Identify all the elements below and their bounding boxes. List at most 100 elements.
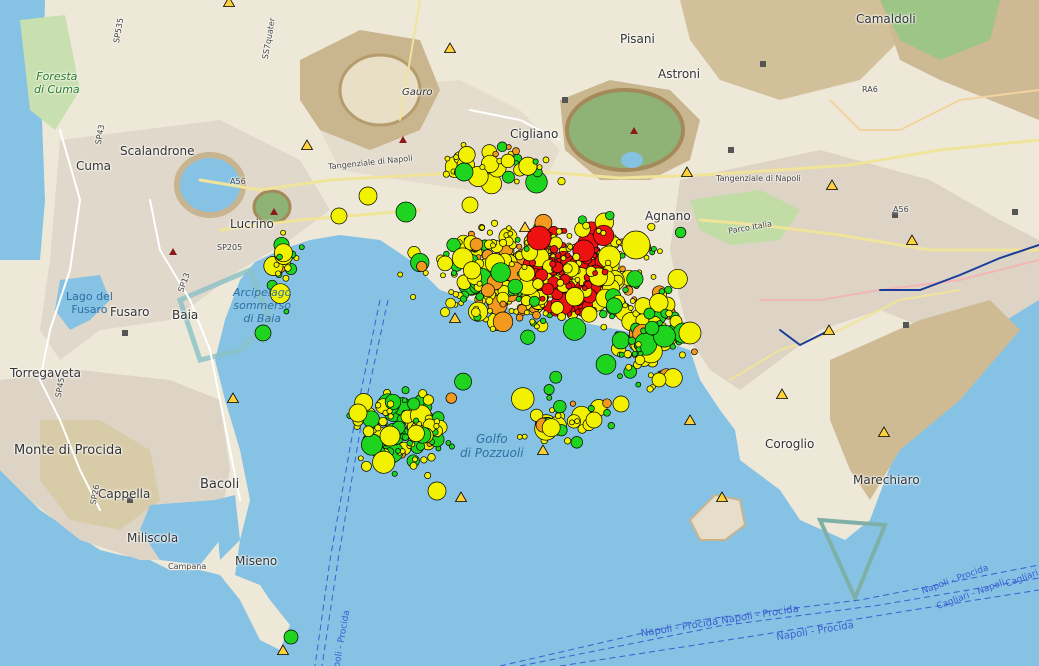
earthquake-marker[interactable] — [391, 470, 398, 477]
earthquake-marker[interactable] — [254, 324, 272, 342]
earthquake-marker[interactable] — [605, 210, 615, 221]
earthquake-marker[interactable] — [379, 425, 401, 447]
earthquake-marker[interactable] — [490, 219, 499, 227]
earthquake-marker[interactable] — [374, 424, 382, 432]
earthquake-marker[interactable] — [574, 309, 581, 315]
earthquake-marker[interactable] — [532, 158, 539, 165]
earthquake-marker[interactable] — [674, 226, 687, 239]
earthquake-marker[interactable] — [409, 461, 418, 470]
earthquake-marker[interactable] — [592, 270, 598, 276]
earthquake-marker[interactable] — [397, 271, 404, 278]
earthquake-marker[interactable] — [440, 307, 450, 318]
earthquake-marker[interactable] — [372, 450, 396, 474]
earthquake-marker[interactable] — [554, 412, 562, 420]
seismic-station-marker[interactable] — [454, 491, 468, 502]
earthquake-marker[interactable] — [454, 372, 472, 391]
earthquake-marker[interactable] — [539, 317, 547, 325]
earthquake-marker[interactable] — [487, 307, 493, 314]
earthquake-marker[interactable] — [663, 368, 683, 388]
earthquake-marker[interactable] — [282, 274, 290, 282]
earthquake-marker[interactable] — [651, 372, 667, 388]
earthquake-marker[interactable] — [480, 283, 495, 298]
earthquake-marker[interactable] — [508, 308, 515, 314]
earthquake-marker[interactable] — [427, 481, 447, 501]
earthquake-marker[interactable] — [486, 229, 493, 236]
earthquake-marker[interactable] — [440, 272, 446, 279]
earthquake-marker[interactable] — [485, 296, 494, 305]
earthquake-marker[interactable] — [448, 443, 455, 450]
earthquake-marker[interactable] — [499, 238, 508, 247]
earthquake-marker[interactable] — [513, 178, 520, 185]
earthquake-marker[interactable] — [461, 196, 479, 214]
seismic-station-marker[interactable] — [443, 42, 457, 53]
earthquake-marker[interactable] — [422, 394, 434, 406]
earthquake-marker[interactable] — [543, 384, 555, 396]
earthquake-marker[interactable] — [650, 245, 657, 252]
earthquake-marker[interactable] — [643, 307, 656, 320]
earthquake-marker[interactable] — [678, 321, 702, 345]
earthquake-marker[interactable] — [557, 177, 566, 186]
earthquake-marker[interactable] — [448, 289, 455, 295]
earthquake-marker[interactable] — [554, 252, 562, 259]
earthquake-marker[interactable] — [647, 222, 656, 231]
earthquake-marker[interactable] — [512, 147, 520, 155]
earthquake-marker[interactable] — [635, 341, 642, 348]
earthquake-marker[interactable] — [521, 264, 528, 270]
earthquake-marker[interactable] — [386, 400, 395, 408]
seismic-station-marker[interactable] — [822, 324, 836, 335]
earthquake-marker[interactable] — [618, 351, 625, 358]
earthquake-marker[interactable] — [276, 253, 283, 261]
earthquake-marker[interactable] — [607, 422, 615, 430]
earthquake-marker[interactable] — [280, 229, 286, 236]
earthquake-marker[interactable] — [463, 261, 482, 280]
earthquake-marker[interactable] — [476, 280, 483, 287]
earthquake-marker[interactable] — [471, 307, 481, 317]
earthquake-marker[interactable] — [549, 407, 555, 414]
earthquake-marker[interactable] — [650, 274, 657, 280]
earthquake-marker[interactable] — [515, 313, 524, 322]
earthquake-marker[interactable] — [587, 405, 595, 412]
earthquake-marker[interactable] — [634, 354, 646, 366]
earthquake-marker[interactable] — [348, 403, 368, 423]
earthquake-marker[interactable] — [629, 298, 636, 304]
earthquake-marker[interactable] — [275, 270, 282, 277]
seismic-station-marker[interactable] — [276, 644, 290, 655]
earthquake-marker[interactable] — [492, 150, 499, 158]
earthquake-marker[interactable] — [615, 239, 622, 246]
earthquake-marker[interactable] — [330, 207, 348, 225]
earthquake-marker[interactable] — [526, 225, 552, 251]
seismic-station-marker[interactable] — [222, 0, 236, 7]
earthquake-marker[interactable] — [635, 381, 642, 388]
earthquake-marker[interactable] — [623, 350, 632, 359]
earthquake-marker[interactable] — [565, 287, 585, 307]
earthquake-marker[interactable] — [358, 186, 378, 206]
earthquake-marker[interactable] — [401, 397, 408, 404]
earthquake-marker[interactable] — [444, 155, 451, 162]
earthquake-marker[interactable] — [602, 398, 612, 408]
earthquake-marker[interactable] — [646, 385, 654, 393]
earthquake-marker[interactable] — [601, 268, 609, 276]
earthquake-marker[interactable] — [511, 387, 535, 411]
earthquake-marker[interactable] — [635, 346, 642, 353]
earthquake-marker[interactable] — [549, 370, 563, 384]
seismic-station-marker[interactable] — [536, 444, 550, 455]
earthquake-marker[interactable] — [549, 260, 557, 268]
earthquake-marker[interactable] — [273, 261, 280, 268]
earthquake-marker[interactable] — [582, 221, 591, 230]
earthquake-marker[interactable] — [600, 323, 608, 331]
earthquake-marker[interactable] — [407, 424, 425, 443]
earthquake-marker[interactable] — [458, 146, 476, 164]
earthquake-marker[interactable] — [625, 363, 633, 371]
earthquake-marker[interactable] — [691, 348, 698, 356]
earthquake-marker[interactable] — [574, 418, 580, 424]
earthquake-marker[interactable] — [424, 472, 432, 479]
earthquake-marker[interactable] — [667, 268, 688, 290]
seismic-station-marker[interactable] — [300, 139, 314, 150]
earthquake-marker[interactable] — [546, 394, 553, 401]
earthquake-marker[interactable] — [561, 227, 568, 234]
earthquake-marker[interactable] — [406, 440, 413, 447]
earthquake-marker[interactable] — [567, 243, 574, 250]
earthquake-marker[interactable] — [505, 144, 512, 150]
earthquake-marker[interactable] — [410, 294, 417, 300]
earthquake-marker[interactable] — [469, 237, 484, 252]
